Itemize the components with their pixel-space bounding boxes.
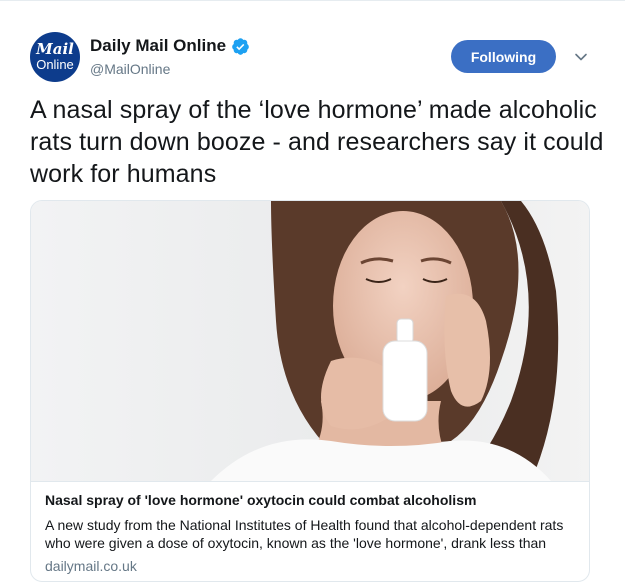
- avatar[interactable]: Mail Online: [30, 32, 80, 82]
- link-card[interactable]: Nasal spray of 'love hormone' oxytocin c…: [30, 200, 590, 582]
- tweet: Mail Online Daily Mail Online @MailOnlin…: [0, 0, 625, 585]
- card-title[interactable]: Nasal spray of 'love hormone' oxytocin c…: [45, 492, 575, 508]
- woman-using-nasal-spray-photo: [31, 201, 589, 481]
- tweet-text: A nasal spray of the ‘love hormone’ made…: [30, 96, 604, 188]
- chevron-down-icon[interactable]: [574, 50, 588, 64]
- account-name-row[interactable]: Daily Mail Online: [90, 36, 250, 56]
- avatar-logo-online: Online: [36, 56, 74, 72]
- verified-badge-icon: [232, 37, 249, 55]
- avatar-logo-mail: Mail: [36, 39, 74, 58]
- card-divider: [31, 481, 589, 482]
- following-button[interactable]: Following: [451, 40, 556, 73]
- account-name[interactable]: Daily Mail Online: [90, 36, 226, 56]
- account-handle[interactable]: @MailOnline: [90, 61, 170, 77]
- card-image[interactable]: [31, 201, 589, 481]
- card-description[interactable]: A new study from the National Institutes…: [45, 516, 570, 552]
- card-domain[interactable]: dailymail.co.uk: [45, 558, 137, 574]
